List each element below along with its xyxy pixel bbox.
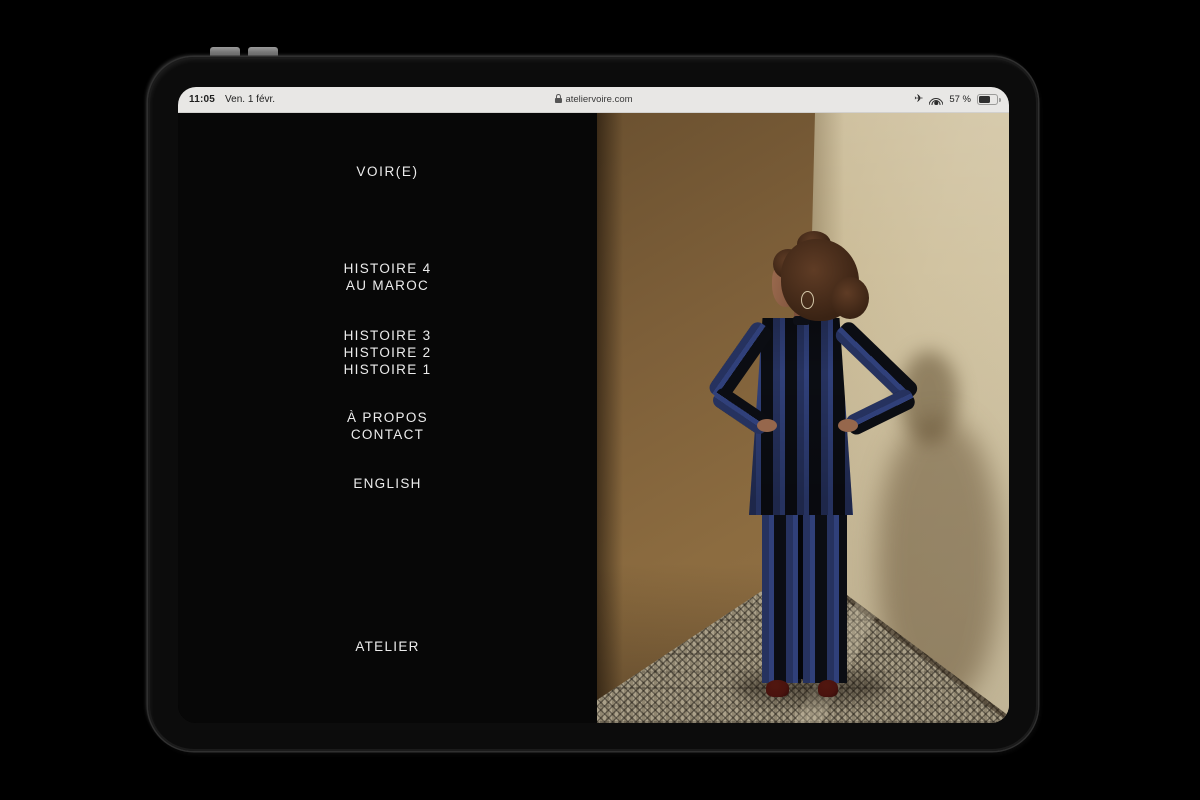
nav-link-histoire-4[interactable]: HISTOIRE 4 — [178, 261, 597, 278]
site-domain: ateliervoire.com — [565, 94, 632, 105]
nav-link-english[interactable]: ENGLISH — [178, 476, 597, 493]
address-field[interactable]: ateliervoire.com — [554, 87, 632, 112]
lock-icon — [554, 98, 561, 104]
model-hoop-earring — [801, 291, 814, 309]
date: Ven. 1 févr. — [225, 94, 275, 105]
model-trouser-seam — [798, 511, 803, 679]
status-left-cluster: 11:05 Ven. 1 févr. — [189, 94, 275, 105]
tablet-screen: 11:05 Ven. 1 févr. ateliervoire.com ✈ 57… — [178, 87, 1009, 723]
page-content: VOIR(E) HISTOIRE 4 AU MAROC HISTOIRE 3 H… — [178, 113, 1009, 723]
nav-group-pages: À PROPOS CONTACT — [178, 410, 597, 444]
site-logo[interactable]: VOIR(E) — [178, 164, 597, 181]
nav-link-a-propos[interactable]: À PROPOS — [178, 410, 597, 427]
nav-group-stories: HISTOIRE 3 HISTOIRE 2 HISTOIRE 1 — [178, 328, 597, 378]
model-left-trouser-leg — [762, 511, 801, 683]
model-right-hand — [838, 419, 858, 432]
airplane-mode-icon: ✈ — [914, 94, 923, 105]
model-left-hand — [757, 419, 777, 432]
model-hair-curl — [831, 277, 869, 319]
nav-link-contact[interactable]: CONTACT — [178, 427, 597, 444]
nav-link-au-maroc[interactable]: AU MAROC — [178, 278, 597, 295]
nav-group-featured: HISTOIRE 4 AU MAROC — [178, 261, 597, 295]
nav-link-histoire-1[interactable]: HISTOIRE 1 — [178, 362, 597, 379]
clock: 11:05 — [189, 94, 215, 105]
nav-group-atelier: ATELIER — [178, 639, 597, 656]
status-bar: 11:05 Ven. 1 févr. ateliervoire.com ✈ 57… — [178, 87, 1009, 113]
battery-icon — [977, 94, 998, 105]
nav-sidebar: VOIR(E) HISTOIRE 4 AU MAROC HISTOIRE 3 H… — [178, 113, 597, 723]
model-right-shoe — [818, 680, 838, 697]
nav-link-histoire-3[interactable]: HISTOIRE 3 — [178, 328, 597, 345]
status-right-cluster: ✈ 57 % — [914, 94, 998, 105]
nav-link-atelier[interactable]: ATELIER — [178, 639, 597, 656]
nav-link-histoire-2[interactable]: HISTOIRE 2 — [178, 345, 597, 362]
wifi-dot — [935, 101, 939, 105]
hero-photo — [597, 113, 1009, 723]
tablet-device: 11:05 Ven. 1 févr. ateliervoire.com ✈ 57… — [148, 57, 1038, 751]
language-switcher: ENGLISH — [178, 476, 597, 493]
battery-percent-label: 57 % — [949, 94, 971, 105]
wifi-icon — [929, 95, 943, 105]
model-left-shoe — [766, 680, 789, 697]
model-right-trouser-leg — [803, 511, 847, 683]
